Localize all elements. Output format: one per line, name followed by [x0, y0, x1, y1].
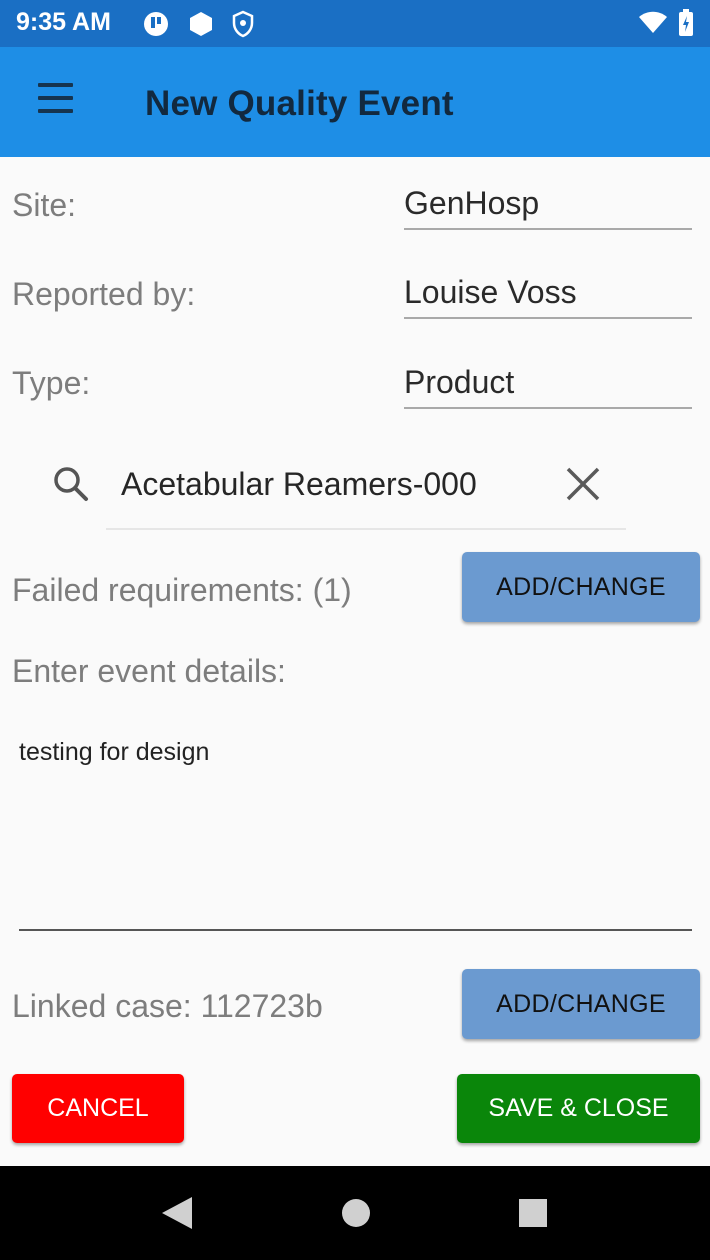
- reported-by-label: Reported by:: [12, 276, 196, 312]
- wifi-icon: [638, 11, 668, 40]
- event-details-textarea[interactable]: testing for design: [19, 738, 209, 767]
- home-icon[interactable]: [340, 1197, 372, 1234]
- back-icon[interactable]: [160, 1195, 194, 1236]
- status-bar: 9:35 AM: [0, 0, 710, 47]
- product-search-input[interactable]: Acetabular Reamers-000: [54, 458, 626, 530]
- linked-case-add-change-button[interactable]: ADD/CHANGE: [462, 969, 700, 1039]
- search-value: Acetabular Reamers-000: [121, 466, 477, 502]
- app-bar: New Quality Event: [0, 47, 710, 157]
- status-time: 9:35 AM: [16, 8, 111, 36]
- type-label: Type:: [12, 365, 91, 401]
- battery-icon: [678, 9, 694, 42]
- app-notification-icon: [142, 10, 170, 43]
- system-navigation-bar: [0, 1166, 710, 1260]
- type-field[interactable]: Product: [404, 363, 692, 409]
- hexagon-icon: [187, 10, 215, 43]
- failed-requirements-label: Failed requirements: (1): [12, 572, 352, 608]
- recent-apps-icon[interactable]: [518, 1198, 548, 1233]
- hamburger-menu-icon[interactable]: [30, 83, 80, 123]
- shield-icon: [231, 10, 255, 43]
- event-details-label: Enter event details:: [12, 653, 286, 689]
- linked-case-label: Linked case: 112723b: [12, 988, 323, 1024]
- site-label: Site:: [12, 187, 77, 223]
- page-title: New Quality Event: [145, 84, 454, 123]
- save-and-close-button[interactable]: SAVE & CLOSE: [457, 1074, 700, 1143]
- close-icon[interactable]: [564, 465, 602, 508]
- reported-by-field[interactable]: Louise Voss: [404, 273, 692, 319]
- event-details-underline: [19, 929, 692, 931]
- failed-requirements-add-change-button[interactable]: ADD/CHANGE: [462, 552, 700, 622]
- site-field[interactable]: GenHosp: [404, 184, 692, 230]
- cancel-button[interactable]: CANCEL: [12, 1074, 184, 1143]
- search-icon: [51, 464, 91, 509]
